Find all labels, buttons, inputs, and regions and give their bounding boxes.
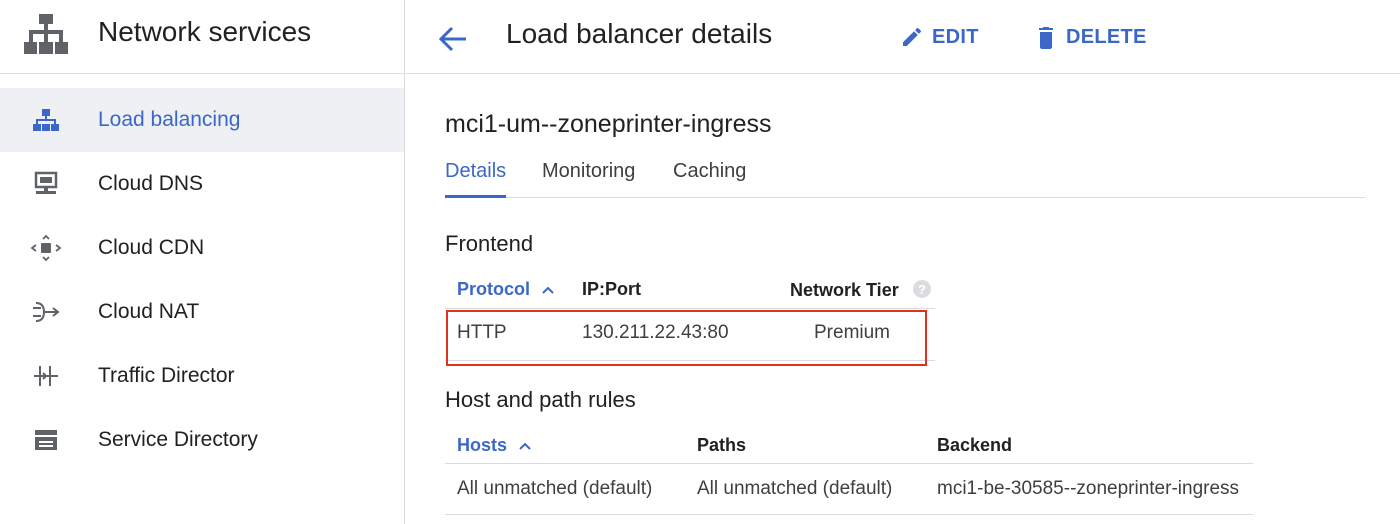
sort-ascending-icon	[519, 442, 531, 450]
sidebar-item-label: Cloud NAT	[98, 300, 200, 323]
ip-port-column-header: IP:Port	[582, 279, 642, 299]
paths-column-header: Paths	[697, 435, 747, 455]
back-arrow-icon[interactable]	[436, 22, 470, 56]
cloud-dns-icon	[34, 171, 58, 194]
tab-bar: Details Monitoring Caching	[445, 150, 1365, 198]
backend-cell: mci1-be-30585--zoneprinter-ingress	[937, 478, 1240, 499]
frontend-section-title: Frontend	[445, 231, 534, 256]
help-icon[interactable]: ?	[912, 279, 932, 299]
edit-button-label: EDIT	[932, 25, 979, 48]
sidebar-item-label: Cloud DNS	[98, 172, 204, 195]
traffic-director-icon	[34, 366, 58, 386]
sidebar-item-label: Load balancing	[98, 108, 241, 131]
sidebar-item-label: Cloud CDN	[98, 236, 205, 259]
tab-details[interactable]: Details	[445, 150, 507, 198]
network-services-icon	[24, 14, 68, 54]
pencil-icon	[903, 27, 922, 46]
network-tier-column-header: Network Tier ?	[790, 279, 932, 301]
sidebar-item-service-directory[interactable]: Service Directory	[0, 408, 404, 472]
sort-ascending-icon	[542, 286, 554, 294]
sidebar-item-cloud-cdn[interactable]: Cloud CDN	[0, 216, 404, 280]
load-balancer-name: mci1-um--zoneprinter-ingress	[445, 110, 772, 138]
hosts-cell: All unmatched (default)	[457, 478, 653, 499]
delete-button-label: DELETE	[1066, 25, 1147, 48]
host-path-rules-title: Host and path rules	[445, 387, 636, 412]
backend-column-header: Backend	[937, 435, 1013, 455]
page-title: Load balancer details	[506, 18, 773, 49]
sidebar-header: Network services	[0, 0, 405, 74]
sidebar-item-cloud-dns[interactable]: Cloud DNS	[0, 152, 404, 216]
sidebar-item-load-balancing[interactable]: Load balancing	[0, 88, 404, 152]
table-divider	[445, 463, 1253, 464]
edit-button[interactable]: EDIT	[900, 20, 979, 54]
hosts-column-header[interactable]: Hosts	[457, 435, 532, 456]
sidebar: Network services Load balancing Cloud DN…	[0, 0, 405, 524]
main-header: Load balancer details EDIT DELETE	[406, 0, 1400, 74]
svg-text:?: ?	[918, 282, 926, 297]
sidebar-item-label: Traffic Director	[98, 364, 235, 387]
protocol-column-header[interactable]: Protocol	[457, 279, 555, 300]
cloud-nat-icon	[33, 302, 60, 322]
product-title: Network services	[98, 16, 312, 47]
sidebar-item-label: Service Directory	[98, 428, 258, 451]
service-directory-icon	[35, 430, 57, 450]
table-divider	[445, 514, 1253, 515]
tab-monitoring[interactable]: Monitoring	[542, 150, 635, 198]
delete-button[interactable]: DELETE	[1034, 20, 1147, 54]
load-balancing-icon	[33, 109, 59, 131]
trash-icon	[1039, 27, 1053, 49]
cloud-cdn-icon	[30, 234, 62, 262]
paths-cell: All unmatched (default)	[697, 478, 893, 499]
highlight-annotation	[446, 310, 927, 366]
table-divider	[445, 308, 935, 309]
sidebar-item-cloud-nat[interactable]: Cloud NAT	[0, 280, 404, 344]
tab-caching[interactable]: Caching	[673, 150, 746, 198]
sidebar-item-traffic-director[interactable]: Traffic Director	[0, 344, 404, 408]
